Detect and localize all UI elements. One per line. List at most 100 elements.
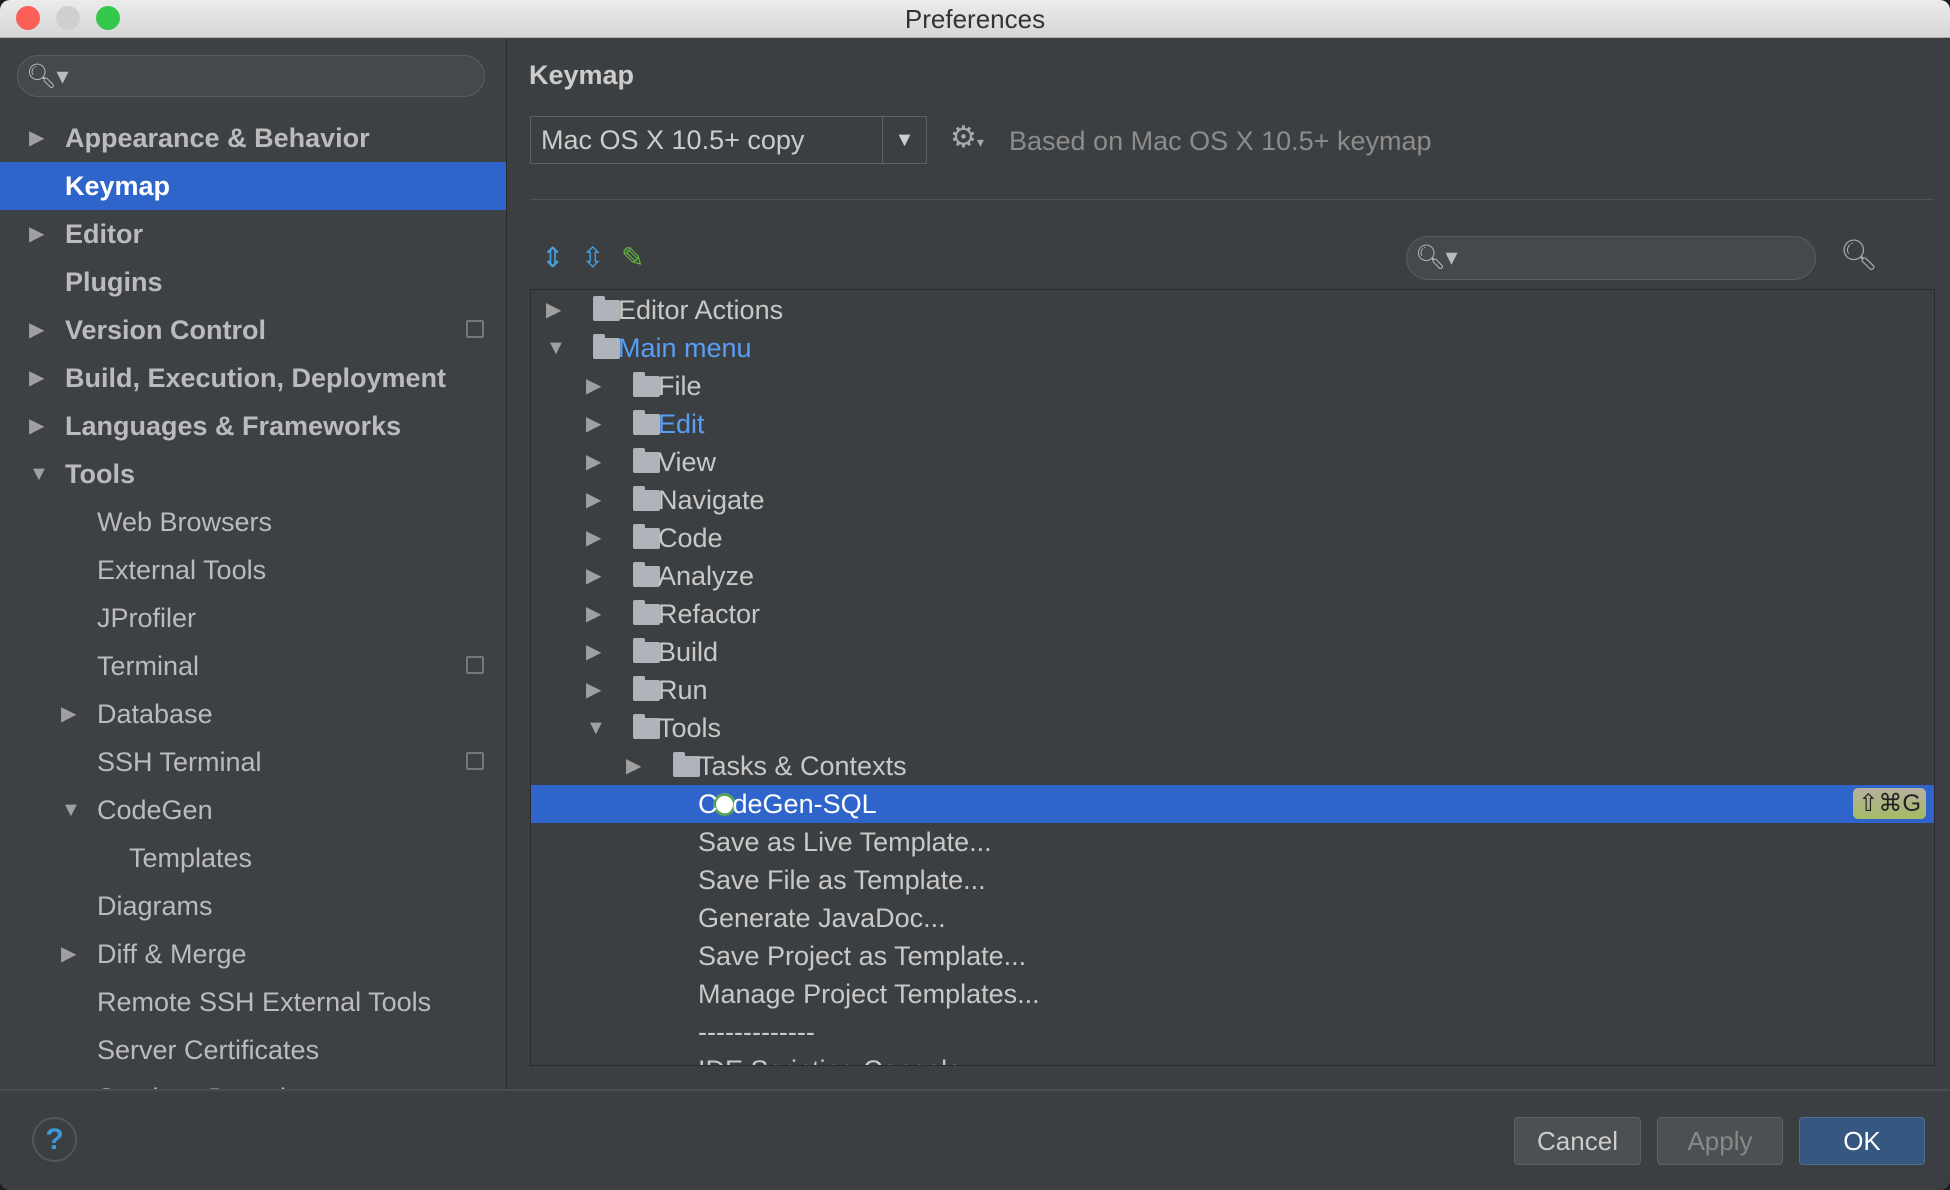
tree-item-label: Editor Actions: [618, 295, 784, 325]
sidebar-item-templates[interactable]: Templates: [0, 834, 506, 882]
tree-item-main-menu[interactable]: ▼ Main menu: [531, 329, 1934, 367]
help-button[interactable]: ?: [32, 1117, 77, 1162]
tree-item-code[interactable]: ▶ Code: [531, 519, 1934, 557]
collapsed-arrow-icon[interactable]: ▶: [29, 306, 44, 354]
collapsed-arrow-icon[interactable]: ▶: [586, 633, 601, 671]
collapsed-arrow-icon[interactable]: ▶: [586, 367, 601, 405]
tree-item-ide-scripting-console[interactable]: IDE Scripting Console: [531, 1051, 1934, 1065]
tree-item-save-project-as-template[interactable]: Save Project as Template...: [531, 937, 1934, 975]
sidebar-item-build-execution-deployment[interactable]: ▶ Build, Execution, Deployment: [0, 354, 506, 402]
shortcut-badge: ⇧⌘G: [1853, 788, 1926, 819]
tree-item-save-as-live-template[interactable]: Save as Live Template...: [531, 823, 1934, 861]
tree-item-build[interactable]: ▶ Build: [531, 633, 1934, 671]
collapsed-arrow-icon[interactable]: ▶: [586, 481, 601, 519]
sidebar-item-keymap[interactable]: Keymap: [0, 162, 506, 210]
folder-icon: [633, 410, 660, 435]
expanded-arrow-icon[interactable]: ▼: [29, 450, 49, 498]
sidebar-item-services-domain[interactable]: Services Domain: [0, 1074, 506, 1089]
cancel-button[interactable]: Cancel: [1514, 1117, 1641, 1165]
chevron-down-icon[interactable]: ▼: [882, 117, 926, 163]
page-title: Keymap: [529, 60, 635, 90]
tree-item-label: View: [658, 447, 717, 477]
tree-item-label: Save Project as Template...: [698, 941, 1027, 971]
sidebar-item-version-control[interactable]: ▶ Version Control: [0, 306, 506, 354]
collapsed-arrow-icon[interactable]: ▶: [586, 405, 601, 443]
search-icon: 🔍︎▾: [26, 63, 69, 90]
find-by-shortcut-icon[interactable]: 🔍︎: [1840, 238, 1878, 273]
tree-item-analyze[interactable]: ▶ Analyze: [531, 557, 1934, 595]
divider: [530, 199, 1934, 200]
sidebar-item-tools[interactable]: ▼ Tools: [0, 450, 506, 498]
tree-item-manage-project-templates[interactable]: Manage Project Templates...: [531, 975, 1934, 1013]
sidebar-item-plugins[interactable]: Plugins: [0, 258, 506, 306]
sidebar-item-external-tools[interactable]: External Tools: [0, 546, 506, 594]
expand-all-icon[interactable]: ⇕: [541, 241, 564, 274]
settings-search-input[interactable]: 🔍︎▾: [17, 55, 485, 97]
collapsed-arrow-icon[interactable]: ▶: [61, 930, 76, 978]
edit-shortcut-pencil-icon[interactable]: ✎: [621, 241, 644, 274]
collapsed-arrow-icon[interactable]: ▶: [586, 519, 601, 557]
sidebar-item-database[interactable]: ▶ Database: [0, 690, 506, 738]
tree-item-refactor[interactable]: ▶ Refactor: [531, 595, 1934, 633]
sidebar-item-server-certificates[interactable]: Server Certificates: [0, 1026, 506, 1074]
collapsed-arrow-icon[interactable]: ▶: [546, 291, 561, 329]
collapsed-arrow-icon[interactable]: ▶: [586, 671, 601, 709]
folder-icon: [633, 372, 660, 397]
title-bar: Preferences: [0, 0, 1950, 38]
expanded-arrow-icon[interactable]: ▼: [586, 709, 606, 747]
tree-item-label: Tools: [658, 713, 722, 743]
sidebar-item-diagrams[interactable]: Diagrams: [0, 882, 506, 930]
sidebar-item-label: Tools: [65, 459, 135, 489]
collapsed-arrow-icon[interactable]: ▶: [29, 354, 44, 402]
sidebar-item-codegen[interactable]: ▼ CodeGen: [0, 786, 506, 834]
collapsed-arrow-icon[interactable]: ▶: [586, 443, 601, 481]
sidebar-item-label: Appearance & Behavior: [65, 123, 370, 153]
keymap-scheme-select[interactable]: Mac OS X 10.5+ copy ▼: [530, 116, 927, 164]
tree-item-label: Code: [658, 523, 723, 553]
sidebar-item-languages-frameworks[interactable]: ▶ Languages & Frameworks: [0, 402, 506, 450]
tree-item-codegen-sql[interactable]: CodeGen-SQL ⇧⌘G: [531, 785, 1934, 823]
collapse-all-icon[interactable]: ⇳: [581, 241, 604, 274]
collapsed-arrow-icon[interactable]: ▶: [61, 690, 76, 738]
tree-item-tools[interactable]: ▼ Tools: [531, 709, 1934, 747]
tree-item-save-file-as-template[interactable]: Save File as Template...: [531, 861, 1934, 899]
tree-item-view[interactable]: ▶ View: [531, 443, 1934, 481]
sidebar-item-label: Languages & Frameworks: [65, 411, 402, 441]
collapsed-arrow-icon[interactable]: ▶: [29, 114, 44, 162]
sidebar-item-remote-ssh-external-tools[interactable]: Remote SSH External Tools: [0, 978, 506, 1026]
sidebar-item-editor[interactable]: ▶ Editor: [0, 210, 506, 258]
tree-item-run[interactable]: ▶ Run: [531, 671, 1934, 709]
sidebar-item-jprofiler[interactable]: JProfiler: [0, 594, 506, 642]
tree-item-edit[interactable]: ▶ Edit: [531, 405, 1934, 443]
expanded-arrow-icon[interactable]: ▼: [546, 329, 566, 367]
tree-item-file[interactable]: ▶ File: [531, 367, 1934, 405]
collapsed-arrow-icon[interactable]: ▶: [29, 210, 44, 258]
collapsed-arrow-icon[interactable]: ▶: [586, 557, 601, 595]
sidebar-item-label: Diagrams: [97, 891, 213, 921]
sidebar-item-appearance-behavior[interactable]: ▶ Appearance & Behavior: [0, 114, 506, 162]
tree-item-navigate[interactable]: ▶ Navigate: [531, 481, 1934, 519]
sidebar-item-terminal[interactable]: Terminal: [0, 642, 506, 690]
expanded-arrow-icon[interactable]: ▼: [61, 786, 81, 834]
sidebar-item-diff-merge[interactable]: ▶ Diff & Merge: [0, 930, 506, 978]
sidebar-item-label: Diff & Merge: [97, 939, 247, 969]
tree-item-tasks-contexts[interactable]: ▶ Tasks & Contexts: [531, 747, 1934, 785]
tree-item-editor-actions[interactable]: ▶ Editor Actions: [531, 291, 1934, 329]
action-search-input[interactable]: 🔍︎▾: [1406, 236, 1816, 280]
collapsed-arrow-icon[interactable]: ▶: [626, 747, 641, 785]
ok-button[interactable]: OK: [1799, 1117, 1925, 1165]
collapsed-arrow-icon[interactable]: ▶: [29, 402, 44, 450]
tree-item-generate-javadoc[interactable]: Generate JavaDoc...: [531, 899, 1934, 937]
tree-item-label: Generate JavaDoc...: [698, 903, 946, 933]
sidebar-item-label: Web Browsers: [97, 507, 273, 537]
project-level-icon: [466, 752, 484, 770]
actions-tree[interactable]: ▶ Editor Actions ▼ Main menu ▶ File ▶ Edit ▶ View…: [530, 289, 1935, 1066]
gear-icon[interactable]: ⚙▾: [950, 120, 984, 155]
folder-icon: [633, 638, 660, 663]
collapsed-arrow-icon[interactable]: ▶: [586, 595, 601, 633]
tree-item-[interactable]: -------------: [531, 1013, 1934, 1051]
sidebar-item-ssh-terminal[interactable]: SSH Terminal: [0, 738, 506, 786]
sidebar-item-web-browsers[interactable]: Web Browsers: [0, 498, 506, 546]
tree-item-label: Main menu: [618, 333, 752, 363]
apply-button[interactable]: Apply: [1657, 1117, 1783, 1165]
